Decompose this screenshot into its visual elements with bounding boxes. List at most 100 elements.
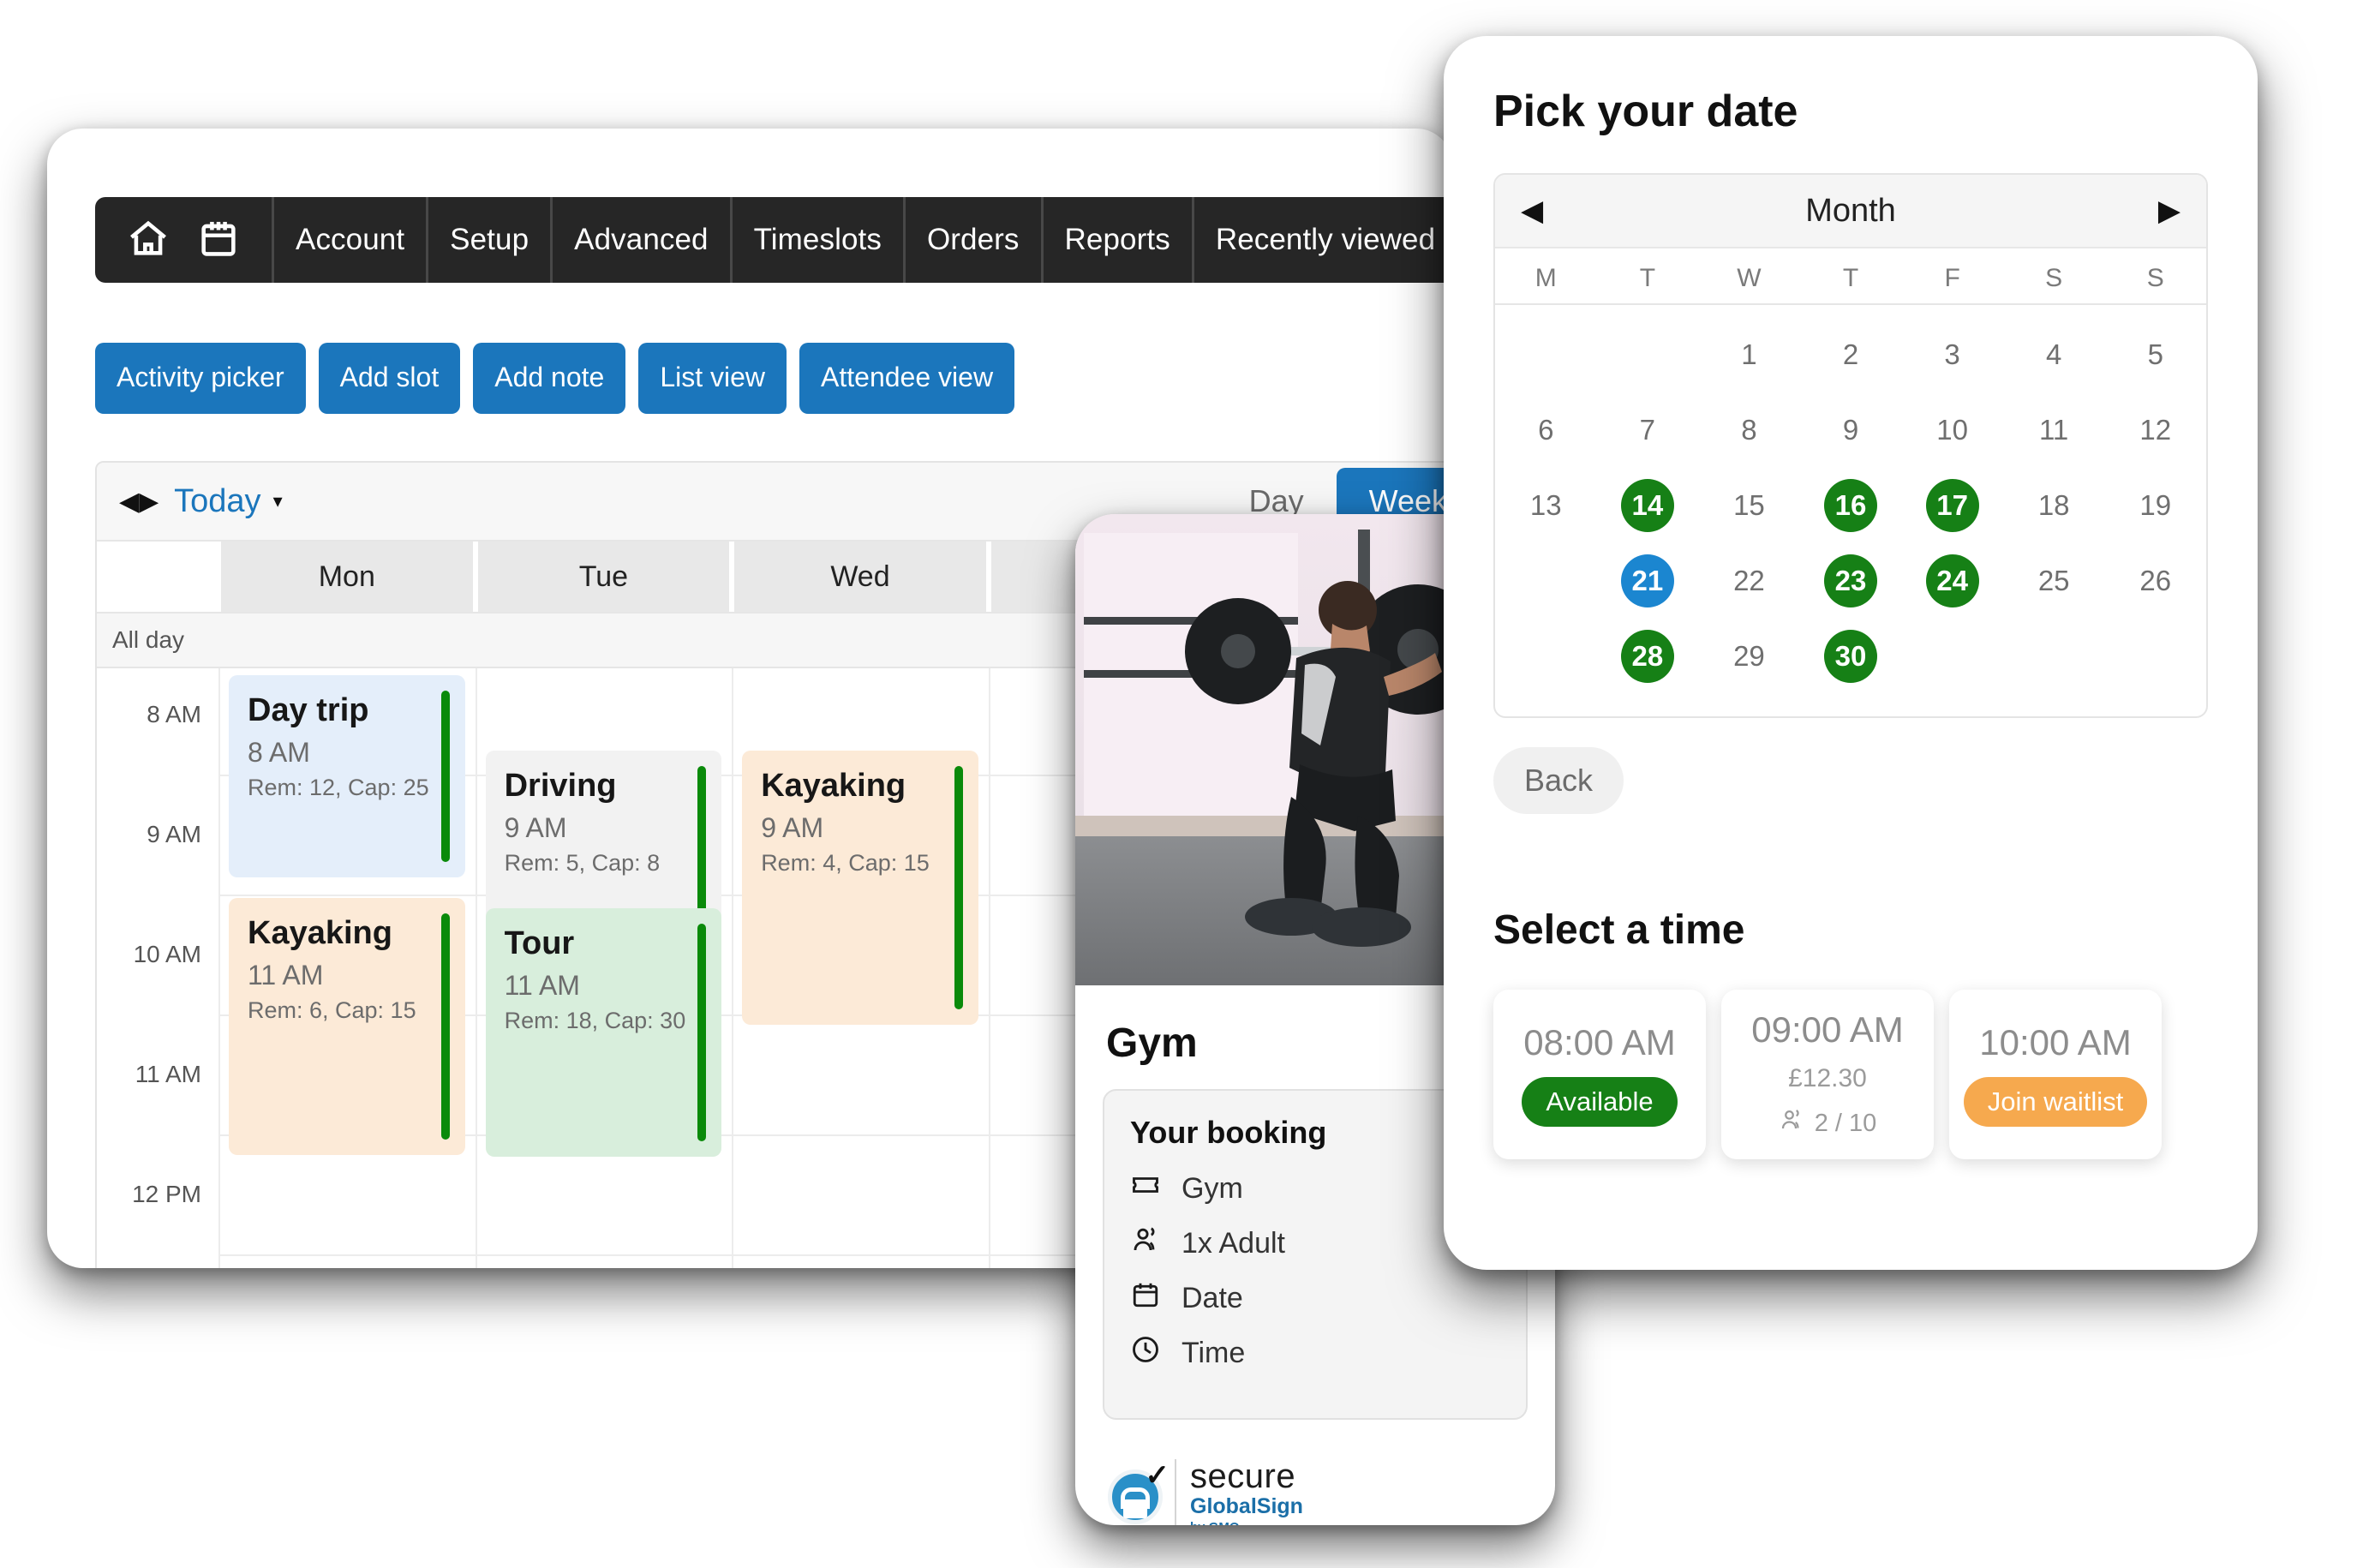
nav-item-recently-viewed[interactable]: Recently viewed: [1191, 197, 1452, 283]
calendar-day-number[interactable]: 17: [1925, 479, 1979, 532]
calendar-day-number[interactable]: 2: [1824, 328, 1877, 381]
nav-icon-group: [95, 197, 272, 283]
calendar-day-cell[interactable]: 29: [1698, 619, 1800, 694]
time-slot-list: 08:00 AM Available 09:00 AM £12.30 2 / 1…: [1493, 990, 2258, 1159]
calendar-day-number[interactable]: 16: [1824, 479, 1878, 532]
calendar-day-cell: [2104, 619, 2206, 694]
calendar-day-cell[interactable]: 24: [1901, 543, 2003, 619]
calendar-day-cell[interactable]: 12: [2104, 392, 2206, 468]
calendar-day-cell[interactable]: 30: [1800, 619, 1902, 694]
list-view-button[interactable]: List view: [638, 343, 787, 414]
calendar-day-number[interactable]: 26: [2129, 554, 2182, 607]
calendar-day-cell[interactable]: 25: [2003, 543, 2105, 619]
calendar-day-number[interactable]: 6: [1519, 404, 1572, 457]
calendar-day-cell[interactable]: 26: [2104, 543, 2206, 619]
nav-item-advanced[interactable]: Advanced: [550, 197, 729, 283]
back-button[interactable]: Back: [1493, 747, 1624, 814]
check-icon: ✓: [1145, 1459, 1170, 1493]
next-arrow-icon[interactable]: ▶: [139, 487, 159, 517]
status-badge-available[interactable]: Available: [1522, 1077, 1678, 1127]
slot-capacity: 2 / 10: [1779, 1107, 1876, 1140]
event-title: Day trip: [248, 692, 369, 728]
time-label-10am: 10 AM: [133, 941, 201, 967]
nav-item-timeslots[interactable]: Timeslots: [729, 197, 903, 283]
calendar-day-cell[interactable]: 15: [1698, 468, 1800, 543]
calendar-day-number[interactable]: 14: [1620, 479, 1674, 532]
event-capacity: Rem: 5, Cap: 8: [504, 850, 661, 876]
calendar-day-number[interactable]: 21: [1620, 554, 1674, 607]
action-button-row: Activity picker Add slot Add note List v…: [95, 343, 1015, 414]
calendar-event[interactable]: Kayaking 11 AM Rem: 6, Cap: 15: [229, 898, 465, 1155]
calendar-day-cell[interactable]: 6: [1495, 392, 1597, 468]
calendar-day-number[interactable]: 19: [2129, 479, 2182, 532]
calendar-day-number[interactable]: 8: [1722, 404, 1775, 457]
time-slot-0800[interactable]: 08:00 AM Available: [1493, 990, 1706, 1159]
calendar-event[interactable]: Tour 11 AM Rem: 18, Cap: 30: [485, 908, 722, 1157]
calendar-icon[interactable]: [196, 216, 241, 265]
calendar-day-number[interactable]: 3: [1926, 328, 1979, 381]
calendar-day-cell[interactable]: 16: [1800, 468, 1902, 543]
calendar-day-number[interactable]: 22: [1722, 554, 1775, 607]
calendar-day-cell[interactable]: 10: [1901, 392, 2003, 468]
prev-arrow-icon[interactable]: ◀: [119, 487, 139, 517]
calendar-day-number[interactable]: 30: [1824, 630, 1878, 683]
calendar-day-number[interactable]: 25: [2027, 554, 2080, 607]
calendar-event[interactable]: Kayaking 9 AM Rem: 4, Cap: 15: [742, 751, 978, 1025]
calendar-day-number[interactable]: 7: [1621, 404, 1674, 457]
calendar-day-cell[interactable]: 3: [1901, 317, 2003, 392]
chevron-down-icon[interactable]: ▾: [273, 490, 283, 512]
nav-item-account[interactable]: Account: [272, 197, 426, 283]
calendar-day-number[interactable]: 12: [2129, 404, 2182, 457]
calendar-day-cell[interactable]: 8: [1698, 392, 1800, 468]
activity-picker-button[interactable]: Activity picker: [95, 343, 306, 414]
attendee-view-button[interactable]: Attendee view: [799, 343, 1015, 414]
next-month-icon[interactable]: ▶: [2158, 194, 2181, 228]
calendar-day-cell[interactable]: 7: [1597, 392, 1699, 468]
prev-month-icon[interactable]: ◀: [1521, 194, 1543, 228]
calendar-event[interactable]: Day trip 8 AM Rem: 12, Cap: 25: [229, 675, 465, 877]
time-slot-0900[interactable]: 09:00 AM £12.30 2 / 10: [1721, 990, 1934, 1159]
calendar-day-cell[interactable]: 1: [1698, 317, 1800, 392]
calendar-day-cell[interactable]: 2: [1800, 317, 1902, 392]
add-note-button[interactable]: Add note: [473, 343, 626, 414]
join-waitlist-button[interactable]: Join waitlist: [1963, 1077, 2148, 1127]
calendar-day-cell[interactable]: 13: [1495, 468, 1597, 543]
calendar-day-number[interactable]: 24: [1925, 554, 1979, 607]
calendar-day-cell[interactable]: 17: [1901, 468, 2003, 543]
nav-item-orders[interactable]: Orders: [902, 197, 1041, 283]
time-label-9am: 9 AM: [147, 821, 201, 847]
nav-item-reports[interactable]: Reports: [1040, 197, 1192, 283]
calendar-day-cell[interactable]: 5: [2104, 317, 2206, 392]
calendar-day-cell[interactable]: 19: [2104, 468, 2206, 543]
nav-item-setup[interactable]: Setup: [426, 197, 550, 283]
time-slot-1000[interactable]: 10:00 AM Join waitlist: [1949, 990, 2162, 1159]
calendar-day-cell[interactable]: 11: [2003, 392, 2105, 468]
calendar-day-number[interactable]: 29: [1722, 630, 1775, 683]
calendar-day-cell[interactable]: 9: [1800, 392, 1902, 468]
calendar-day-number[interactable]: 13: [1519, 479, 1572, 532]
calendar-day-number[interactable]: 28: [1620, 630, 1674, 683]
calendar-day-cell[interactable]: 22: [1698, 543, 1800, 619]
calendar-day-number[interactable]: 10: [1926, 404, 1979, 457]
add-slot-button[interactable]: Add slot: [318, 343, 461, 414]
calendar-day-number[interactable]: 11: [2027, 404, 2080, 457]
calendar-day-number[interactable]: 1: [1722, 328, 1775, 381]
calendar-day-number[interactable]: 4: [2027, 328, 2080, 381]
calendar-day-cell[interactable]: 14: [1597, 468, 1699, 543]
calendar-day-cell[interactable]: 28: [1597, 619, 1699, 694]
calendar-day-cell[interactable]: 21: [1597, 543, 1699, 619]
calendar-nav-arrows[interactable]: ◀ ▶: [119, 487, 159, 517]
event-status-bar: [440, 691, 450, 862]
calendar-day-number[interactable]: 15: [1722, 479, 1775, 532]
date-picker-panel: Pick your date ◀ Month ▶ M T W T F S S 1…: [1444, 36, 2258, 1270]
calendar-day-cell[interactable]: 18: [2003, 468, 2105, 543]
calendar-day-number[interactable]: 23: [1824, 554, 1878, 607]
today-link[interactable]: Today: [174, 483, 260, 520]
calendar-day-cell[interactable]: 4: [2003, 317, 2105, 392]
home-icon[interactable]: [126, 216, 170, 265]
calendar-day-number[interactable]: 9: [1824, 404, 1877, 457]
calendar-day-cell[interactable]: 23: [1800, 543, 1902, 619]
calendar-day-number[interactable]: 5: [2129, 328, 2182, 381]
booking-row-time: Time: [1130, 1334, 1500, 1373]
calendar-day-number[interactable]: 18: [2027, 479, 2080, 532]
